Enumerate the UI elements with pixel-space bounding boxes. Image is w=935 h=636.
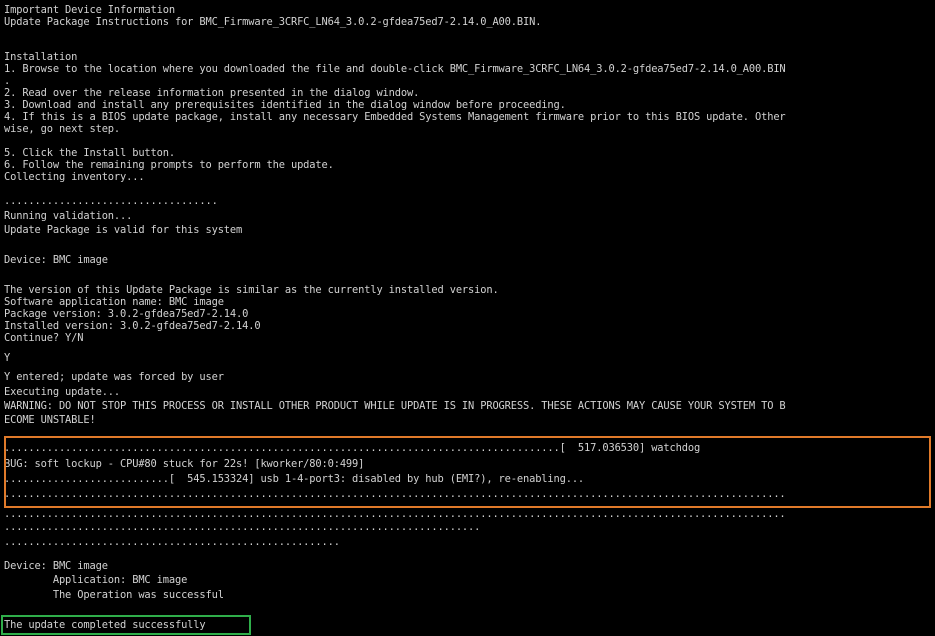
terminal-line: Update Package is valid for this system — [4, 224, 243, 236]
terminal-line: ........................................… — [4, 521, 481, 533]
terminal-line: Package version: 3.0.2-gfdea75ed7-2.14.0 — [4, 308, 249, 320]
terminal-line: Device: BMC image — [4, 254, 108, 266]
terminal-line: Continue? Y/N — [4, 332, 84, 344]
terminal-line: Collecting inventory... — [4, 171, 145, 183]
terminal-line: Y entered; update was forced by user — [4, 371, 224, 383]
terminal-line: Executing update... — [4, 386, 121, 398]
terminal-line: Application: BMC image — [4, 574, 188, 586]
terminal-line: ECOME UNSTABLE! — [4, 414, 96, 426]
terminal-line: 5. Click the Install button. — [4, 147, 175, 159]
terminal-line: Device: BMC image — [4, 560, 108, 572]
success-highlight-box — [1, 615, 251, 635]
terminal-line: ................................... — [4, 195, 218, 207]
terminal-line: The Operation was successful — [4, 589, 224, 601]
terminal-line: Installation — [4, 51, 78, 63]
terminal-line: Y — [4, 352, 11, 364]
terminal-line: WARNING: DO NOT STOP THIS PROCESS OR INS… — [4, 400, 786, 412]
terminal-line: The version of this Update Package is si… — [4, 284, 499, 296]
terminal-line: 4. If this is a BIOS update package, ins… — [4, 111, 786, 123]
terminal-window[interactable]: Important Device Information Update Pack… — [0, 0, 935, 636]
terminal-line: ........................................… — [4, 508, 786, 520]
terminal-line: Software application name: BMC image — [4, 296, 224, 308]
terminal-line: wise, go next step. — [4, 123, 121, 135]
terminal-line: 3. Download and install any prerequisite… — [4, 99, 566, 111]
terminal-line: Running validation... — [4, 210, 133, 222]
terminal-line: Important Device Information — [4, 4, 175, 16]
terminal-line: 6. Follow the remaining prompts to perfo… — [4, 159, 334, 171]
terminal-line: 1. Browse to the location where you down… — [4, 63, 786, 75]
terminal-line: . — [4, 75, 11, 87]
soft-lockup-highlight-box — [4, 436, 931, 508]
terminal-line: ........................................… — [4, 536, 340, 548]
terminal-line: Update Package Instructions for BMC_Firm… — [4, 16, 542, 28]
terminal-line: Installed version: 3.0.2-gfdea75ed7-2.14… — [4, 320, 261, 332]
terminal-line: 2. Read over the release information pre… — [4, 87, 420, 99]
